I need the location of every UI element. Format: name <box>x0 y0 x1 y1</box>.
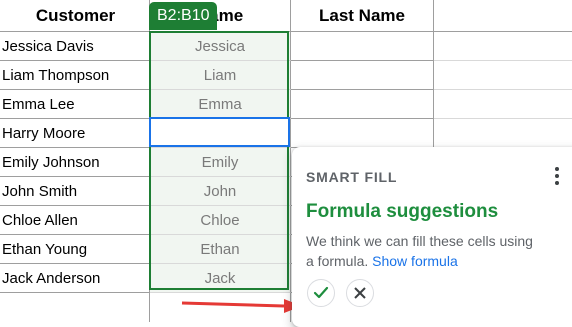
accept-button[interactable] <box>307 279 335 307</box>
smart-fill-header: SMART FILL <box>306 169 398 185</box>
last-name-cell[interactable] <box>291 90 434 119</box>
empty-cell[interactable] <box>0 293 150 322</box>
customer-cell[interactable]: Chloe Allen <box>0 206 150 235</box>
smart-fill-title: Formula suggestions <box>306 201 499 222</box>
show-formula-link[interactable]: Show formula <box>372 253 458 269</box>
last-name-cell[interactable] <box>291 32 434 61</box>
empty-cell[interactable] <box>434 90 572 119</box>
table-row: Jessica Davis Jessica <box>0 32 572 61</box>
suggestion-cell[interactable]: Chloe <box>150 206 291 235</box>
empty-cell[interactable] <box>434 119 572 148</box>
smart-fill-description: We think we can fill these cells using a… <box>306 231 536 271</box>
customer-cell[interactable]: John Smith <box>0 177 150 206</box>
suggestion-cell[interactable]: Ethan <box>150 235 291 264</box>
customer-cell[interactable]: Ethan Young <box>0 235 150 264</box>
header-last-name[interactable]: Last Name <box>291 0 434 32</box>
customer-cell[interactable]: Emily Johnson <box>0 148 150 177</box>
suggestion-cell[interactable]: Emma <box>150 90 291 119</box>
more-vert-icon[interactable] <box>550 165 564 187</box>
customer-cell[interactable]: Harry Moore <box>0 119 150 148</box>
suggestion-cell[interactable]: John <box>150 177 291 206</box>
last-name-cell[interactable] <box>291 61 434 90</box>
customer-cell[interactable]: Liam Thompson <box>0 61 150 90</box>
header-row: Customer Name Last Name <box>0 0 572 32</box>
range-label: B2:B10 <box>149 2 218 30</box>
header-customer[interactable]: Customer <box>0 0 150 32</box>
table-row: Liam Thompson Liam <box>0 61 572 90</box>
customer-cell[interactable]: Jack Anderson <box>0 264 150 293</box>
empty-cell[interactable] <box>434 32 572 61</box>
reject-button[interactable] <box>346 279 374 307</box>
suggestion-cell[interactable]: Jack <box>150 264 291 293</box>
close-icon <box>354 287 366 299</box>
header-empty[interactable] <box>434 0 572 32</box>
suggestion-cell[interactable]: Jessica <box>150 32 291 61</box>
last-name-cell[interactable] <box>291 119 434 148</box>
customer-cell[interactable]: Jessica Davis <box>0 32 150 61</box>
smart-fill-popup: SMART FILL Formula suggestions We think … <box>292 147 572 327</box>
suggestion-cell[interactable]: Emily <box>150 148 291 177</box>
customer-cell[interactable]: Emma Lee <box>0 90 150 119</box>
empty-cell[interactable] <box>434 61 572 90</box>
table-row: Emma Lee Emma <box>0 90 572 119</box>
active-cell-cursor[interactable] <box>149 117 290 147</box>
suggestion-cell[interactable]: Liam <box>150 61 291 90</box>
red-arrow-icon <box>181 299 302 313</box>
checkmark-icon <box>313 286 329 299</box>
